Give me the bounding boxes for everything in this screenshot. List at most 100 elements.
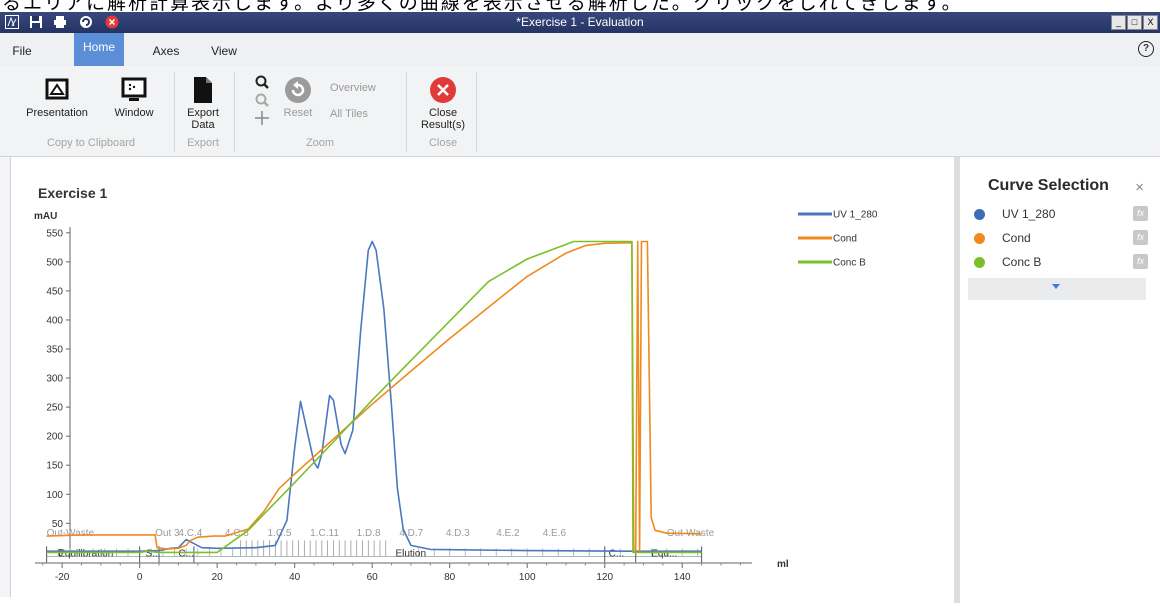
pan-icon[interactable]: [255, 111, 269, 125]
chart-title: Exercise 1: [38, 185, 107, 201]
zoom-in-icon[interactable]: [255, 75, 269, 89]
close-circle-icon: [430, 77, 456, 103]
window-title-bar: *Exercise 1 - Evaluation _ □ X: [0, 12, 1160, 33]
all-tiles-button[interactable]: All Tiles: [330, 108, 386, 120]
close-panel-icon[interactable]: ×: [1135, 179, 1144, 196]
reset-label: Reset: [283, 107, 313, 119]
curve-row-cond[interactable]: Cond fx: [974, 228, 1148, 250]
x-tick-label: 100: [519, 572, 536, 583]
ribbon-separator: [234, 72, 235, 152]
presentation-button[interactable]: Presentation: [18, 76, 96, 119]
help-icon[interactable]: ?: [1138, 41, 1154, 57]
y-tick-label: 550: [46, 228, 63, 239]
chevron-down-icon: [1052, 284, 1060, 289]
x-tick-label: 40: [289, 572, 301, 583]
y-tick-label: 450: [46, 286, 63, 297]
y-tick-label: 100: [46, 490, 63, 501]
window-label: Window: [114, 107, 154, 119]
x-tick-label: 120: [596, 572, 613, 583]
fx-icon[interactable]: fx: [1133, 206, 1148, 221]
chart-area[interactable]: Exercise 1 mAU ml 0 50 100 150 200 250 300 350 4…: [0, 157, 954, 603]
group-zoom-label: Zoom: [305, 137, 335, 149]
export-label-2: Data: [191, 119, 215, 131]
curve-row-concb[interactable]: Conc B fx: [974, 252, 1148, 274]
y-tick-label: 350: [46, 345, 63, 356]
export-label-1: Export: [187, 107, 219, 119]
curve-color-dot: [974, 233, 985, 244]
presentation-label: Presentation: [26, 107, 88, 119]
y-axis-label: mAU: [34, 211, 57, 222]
maximize-button[interactable]: □: [1127, 15, 1142, 30]
presentation-icon: [45, 78, 69, 100]
x-tick-label: 20: [212, 572, 224, 583]
fraction-label: 1.D.8: [357, 528, 381, 539]
left-panel-edge: [0, 157, 11, 597]
group-copy-label: Copy to Clipboard: [46, 137, 136, 149]
fraction-label: 4.D.3: [446, 528, 470, 539]
phase-label: C...: [609, 548, 625, 559]
window-controls: _ □ X: [1111, 15, 1158, 30]
menu-bar: File Home Axes View ?: [0, 33, 1160, 67]
expand-curves-button[interactable]: [968, 278, 1146, 300]
series-line-1: [46, 240, 702, 552]
curve-name: Conc B: [1002, 255, 1042, 269]
menu-view[interactable]: View: [202, 33, 246, 66]
close-results-button[interactable]: Close Result(s): [412, 76, 474, 131]
group-close-label: Close: [428, 137, 458, 149]
all-tiles-label: All Tiles: [330, 108, 368, 120]
x-tick-label: -20: [55, 572, 70, 583]
fraction-label: Out-Waste: [47, 528, 95, 539]
x-tick-label: 0: [137, 572, 143, 583]
close-window-button[interactable]: X: [1143, 15, 1158, 30]
curve-row-uv[interactable]: UV 1_280 fx: [974, 204, 1148, 226]
overview-button[interactable]: Overview: [330, 82, 386, 94]
cropped-caption-text: るエリアに解析計算表示します。より多くの曲線を表示させる解析した。クリックをしれ…: [0, 0, 1160, 12]
minimize-button[interactable]: _: [1111, 15, 1126, 30]
fx-icon[interactable]: fx: [1133, 230, 1148, 245]
x-axis-label: ml: [777, 559, 789, 570]
x-tick-label: 80: [444, 572, 456, 583]
fraction-label: 4.E.6: [543, 528, 567, 539]
y-tick-label: 400: [46, 315, 63, 326]
series-line-2: [46, 240, 702, 554]
y-tick-label: 300: [46, 374, 63, 385]
menu-axes[interactable]: Axes: [144, 33, 188, 66]
overview-label: Overview: [330, 82, 376, 94]
y-tick-label: 200: [46, 432, 63, 443]
reset-button[interactable]: Reset: [278, 76, 318, 119]
y-tick-label: 150: [46, 461, 63, 472]
curve-panel-title: Curve Selection: [988, 177, 1109, 194]
phase-label: C...: [178, 548, 194, 559]
phase-label: Elution: [395, 548, 426, 559]
x-tick-label: 140: [674, 572, 691, 583]
curve-color-dot: [974, 209, 985, 220]
zoom-out-icon[interactable]: [255, 93, 269, 107]
fraction-label: 4.E.2: [496, 528, 520, 539]
zoom-tools: [255, 75, 269, 125]
y-tick-label: 250: [46, 403, 63, 414]
curve-name: UV 1_280: [1002, 207, 1056, 221]
close-label-1: Close: [428, 107, 458, 119]
ribbon-separator: [174, 72, 175, 152]
curve-color-dot: [974, 257, 985, 268]
fraction-label: Out 3: [155, 528, 180, 539]
legend-label-1: Cond: [833, 234, 857, 245]
reset-icon: [285, 77, 311, 103]
fraction-label: 1.C.11: [310, 528, 339, 539]
menu-home[interactable]: Home: [74, 33, 124, 66]
window-button[interactable]: Window: [108, 76, 160, 119]
ribbon: Presentation Window Export Data Reset Ov…: [0, 66, 1160, 157]
ribbon-separator: [476, 72, 477, 152]
fx-icon[interactable]: fx: [1133, 254, 1148, 269]
window-title: *Exercise 1 - Evaluation: [516, 15, 644, 29]
export-data-button[interactable]: Export Data: [180, 76, 226, 131]
close-label-2: Result(s): [420, 119, 465, 131]
x-tick-label: 60: [367, 572, 379, 583]
phase-label: Equilibration: [58, 548, 113, 559]
series-line-0: [46, 240, 702, 552]
y-tick-label: 500: [46, 257, 63, 268]
curve-name: Cond: [1002, 231, 1031, 245]
chromatogram-chart[interactable]: Exercise 1 mAU ml 0501001502002503003504…: [0, 157, 954, 603]
menu-file[interactable]: File: [0, 33, 44, 66]
group-export-label: Export: [187, 137, 219, 149]
